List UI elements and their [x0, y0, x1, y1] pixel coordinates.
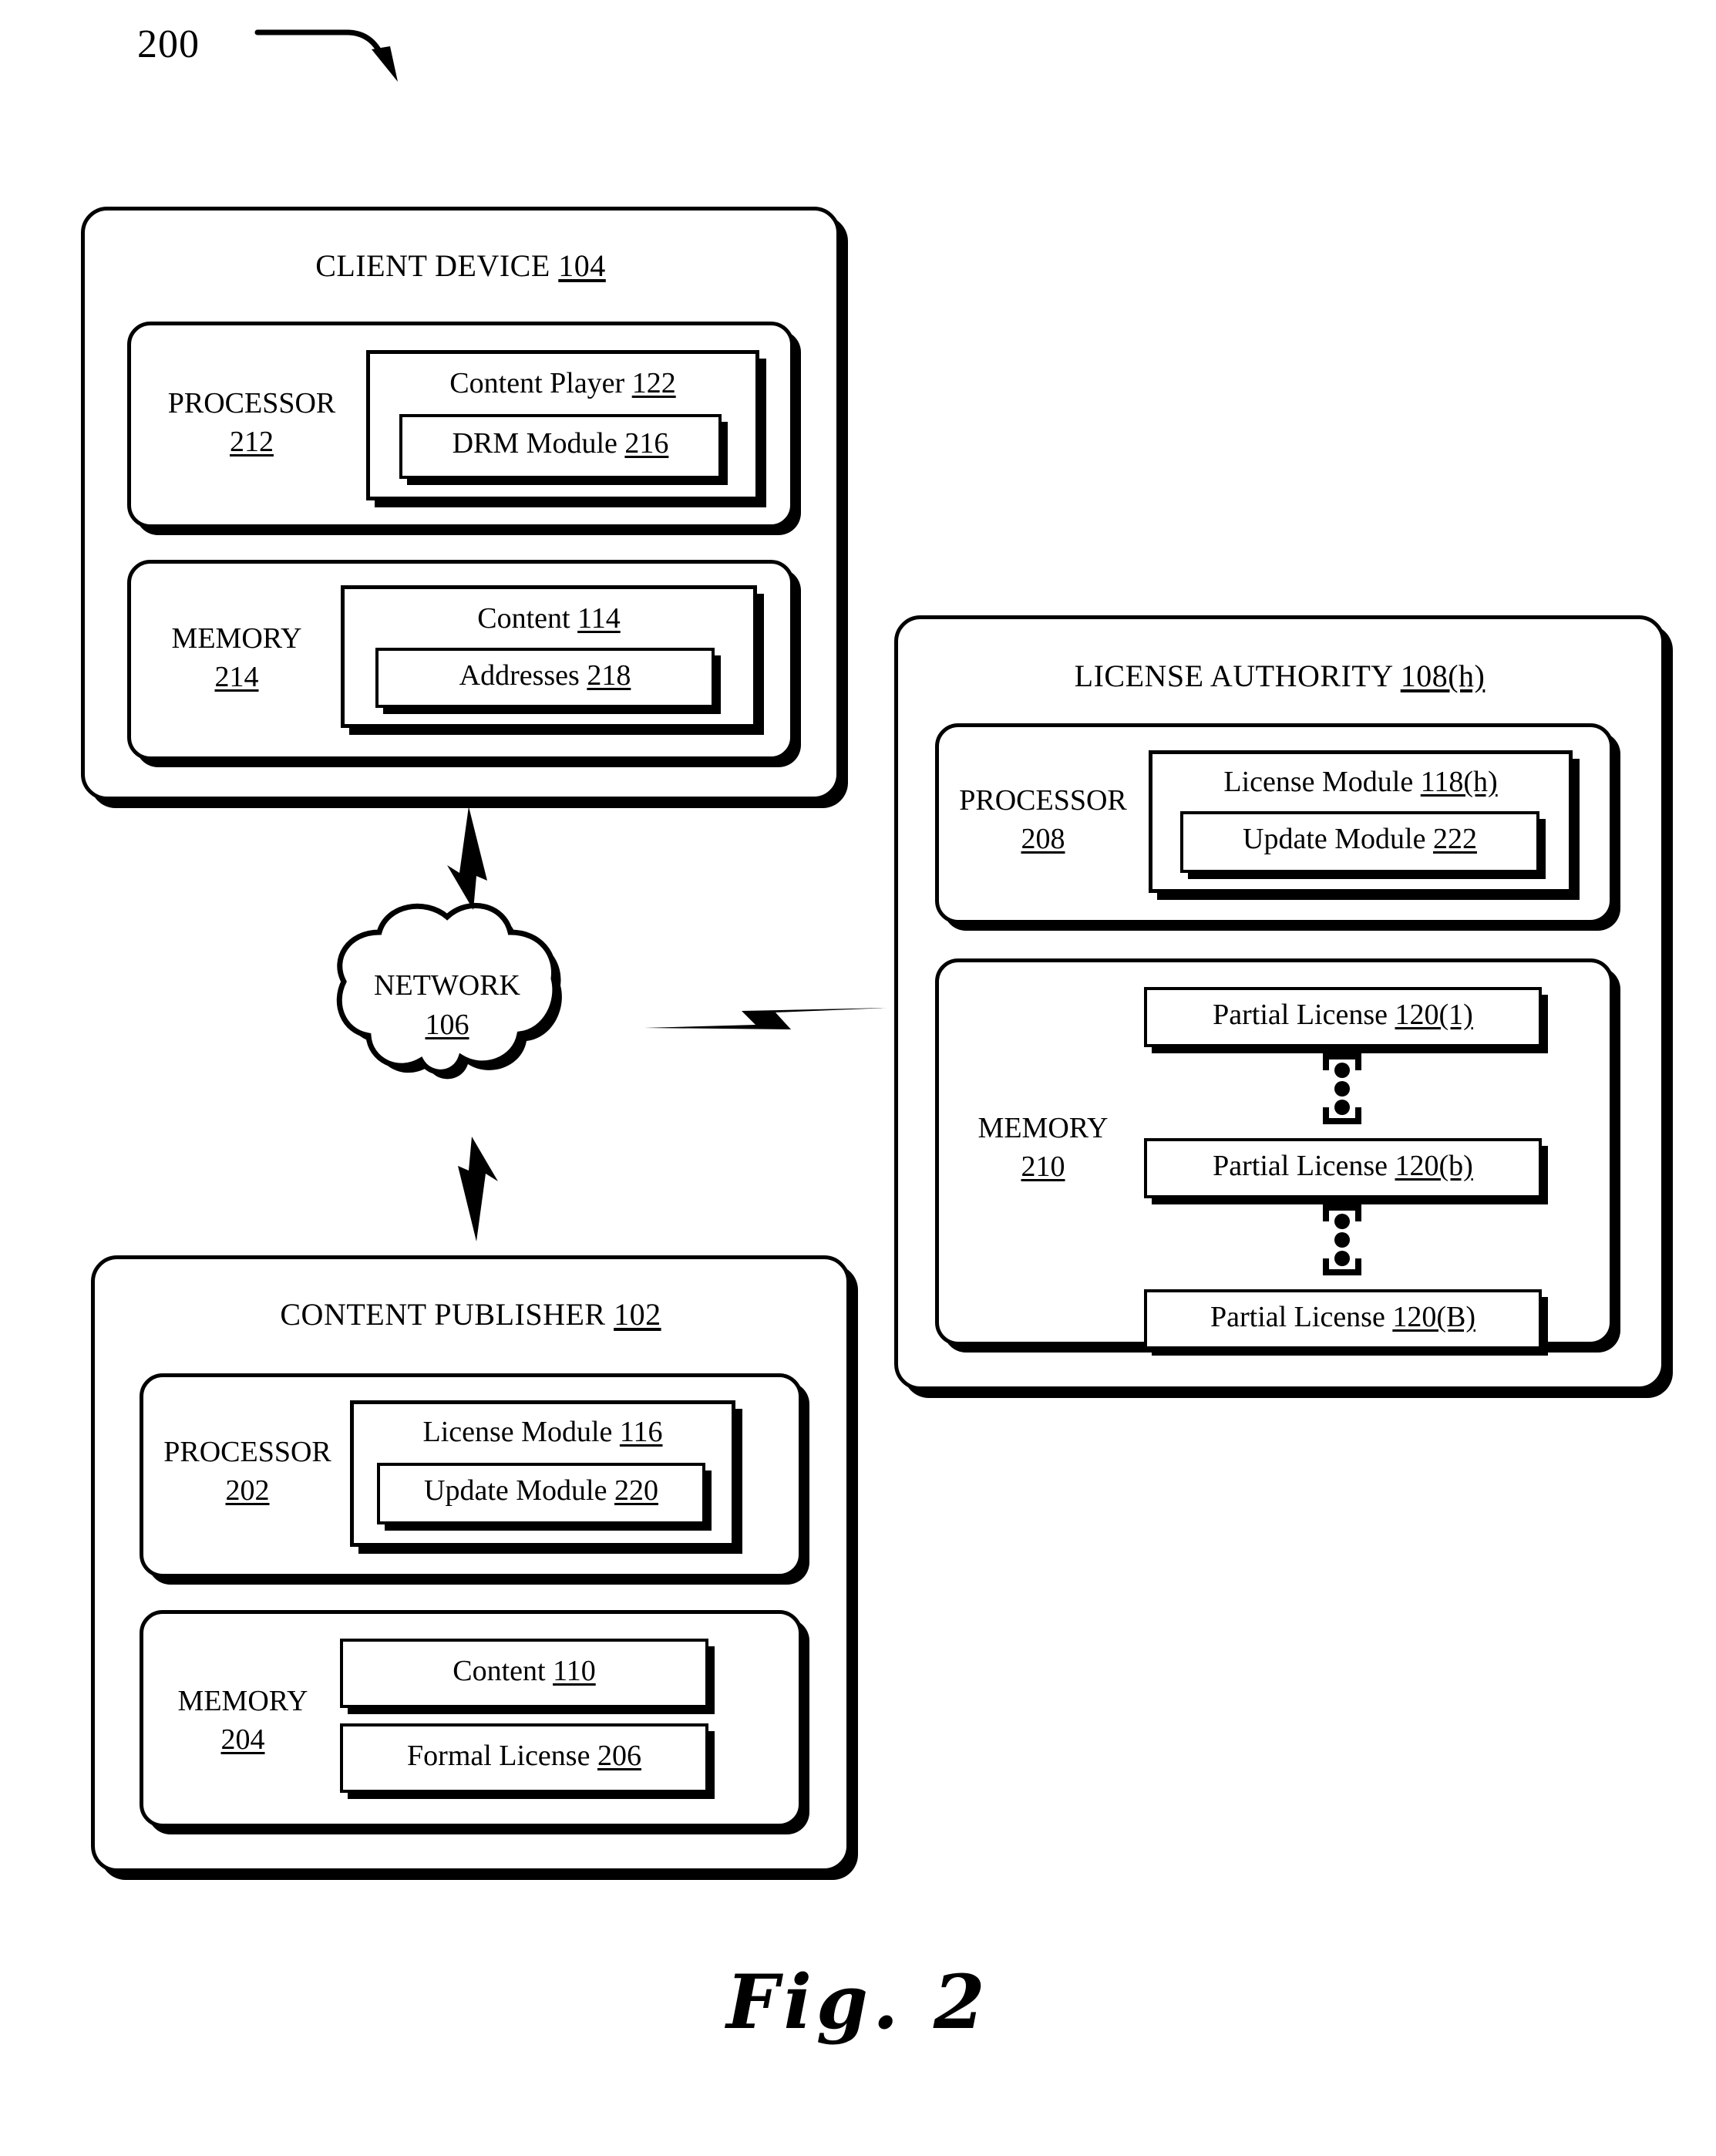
- partial-license-B-container: Partial License 120(B): [1144, 1289, 1542, 1349]
- lightning-link-client-network-icon: [447, 807, 487, 910]
- partial-license-1-container: Partial License 120(1): [1144, 987, 1542, 1047]
- content-publisher-container: CONTENT PUBLISHER 102 PROCESSOR 202 Lice…: [91, 1255, 850, 1872]
- figure-reference-arrow-icon: [254, 29, 398, 82]
- figure-caption: Fig. 2: [726, 1959, 990, 2046]
- update-module-222-container: Update Module 222: [1180, 811, 1539, 873]
- partial-license-b-label: Partial License 120(b): [1213, 1150, 1473, 1182]
- figure-reference-number: 200: [137, 22, 200, 66]
- client-processor-label-text: PROCESSOR: [167, 387, 336, 419]
- publisher-memory-label: MEMORY 204: [146, 1682, 339, 1759]
- authority-license-module-label: License Module 118(h): [1223, 766, 1498, 798]
- authority-processor-number: 208: [1021, 823, 1065, 856]
- vertical-ellipsis-icon: [1323, 1053, 1361, 1124]
- addresses-container: Addresses 218: [375, 648, 715, 708]
- addresses-label: Addresses 218: [459, 659, 631, 692]
- authority-memory-label: MEMORY 210: [947, 1109, 1139, 1186]
- content-player-container: Content Player 122 DRM Module 216: [366, 350, 759, 500]
- authority-processor-container: PROCESSOR 208 License Module 118(h) Upda…: [935, 723, 1613, 924]
- vertical-ellipsis-icon: [1323, 1204, 1361, 1275]
- publisher-processor-container: PROCESSOR 202 License Module 116 Update …: [140, 1373, 802, 1578]
- publisher-memory-number: 204: [220, 1723, 265, 1757]
- drm-module-container: DRM Module 216: [399, 414, 722, 479]
- network-number: 106: [425, 1009, 469, 1042]
- authority-processor-label: PROCESSOR 208: [947, 781, 1139, 858]
- client-memory-number: 214: [214, 661, 259, 694]
- partial-license-1-label: Partial License 120(1): [1213, 999, 1473, 1031]
- publisher-processor-number: 202: [225, 1474, 270, 1508]
- update-module-220-label: Update Module 220: [424, 1474, 658, 1507]
- formal-license-container: Formal License 206: [340, 1723, 708, 1793]
- publisher-memory-container: MEMORY 204 Content 110 Formal License 20…: [140, 1610, 802, 1828]
- authority-processor-label-text: PROCESSOR: [959, 784, 1127, 817]
- client-device-title: CLIENT DEVICE 104: [315, 248, 606, 283]
- license-authority-container: LICENSE AUTHORITY 108(h) PROCESSOR 208 L…: [894, 615, 1665, 1390]
- client-memory-label: MEMORY 214: [140, 619, 333, 696]
- network-label-text: NETWORK: [374, 969, 520, 1002]
- authority-memory-container: MEMORY 210 Partial License 120(1) Partia…: [935, 958, 1613, 1349]
- authority-memory-label-text: MEMORY: [977, 1112, 1109, 1144]
- client-memory-label-text: MEMORY: [171, 622, 302, 655]
- lightning-link-network-authority-icon: [644, 1008, 888, 1029]
- client-processor-number: 212: [230, 426, 274, 459]
- partial-license-B-label: Partial License 120(B): [1210, 1301, 1475, 1333]
- network-cloud: NETWORK 106: [331, 898, 563, 1099]
- publisher-processor-label-text: PROCESSOR: [163, 1436, 331, 1468]
- network-label: NETWORK 106: [331, 966, 563, 1046]
- content-publisher-title: CONTENT PUBLISHER 102: [280, 1297, 661, 1332]
- publisher-content-label: Content 110: [453, 1655, 596, 1687]
- client-device-container: CLIENT DEVICE 104 PROCESSOR 212 Content …: [81, 207, 840, 800]
- client-content-label: Content 114: [477, 602, 621, 635]
- drm-module-label: DRM Module 216: [452, 427, 669, 460]
- publisher-content-container: Content 110: [340, 1639, 708, 1708]
- formal-license-label: Formal License 206: [407, 1740, 641, 1772]
- client-processor-label: PROCESSOR 212: [150, 384, 354, 461]
- client-memory-container: MEMORY 214 Content 114 Addresses 218: [127, 560, 794, 760]
- client-processor-container: PROCESSOR 212 Content Player 122 DRM Mod…: [127, 322, 794, 528]
- client-content-container: Content 114 Addresses 218: [341, 585, 757, 728]
- publisher-processor-label: PROCESSOR 202: [151, 1433, 344, 1510]
- content-player-label: Content Player 122: [449, 367, 676, 399]
- publisher-license-module-container: License Module 116 Update Module 220: [350, 1400, 735, 1547]
- publisher-license-module-label: License Module 116: [422, 1416, 663, 1448]
- update-module-220-container: Update Module 220: [377, 1463, 705, 1524]
- update-module-222-label: Update Module 222: [1243, 823, 1477, 855]
- lightning-link-network-publisher-icon: [458, 1137, 498, 1241]
- license-authority-title: LICENSE AUTHORITY 108(h): [1074, 659, 1486, 693]
- partial-license-b-container: Partial License 120(b): [1144, 1138, 1542, 1198]
- authority-license-module-container: License Module 118(h) Update Module 222: [1149, 750, 1573, 893]
- authority-memory-number: 210: [1021, 1150, 1065, 1184]
- publisher-memory-label-text: MEMORY: [177, 1685, 308, 1717]
